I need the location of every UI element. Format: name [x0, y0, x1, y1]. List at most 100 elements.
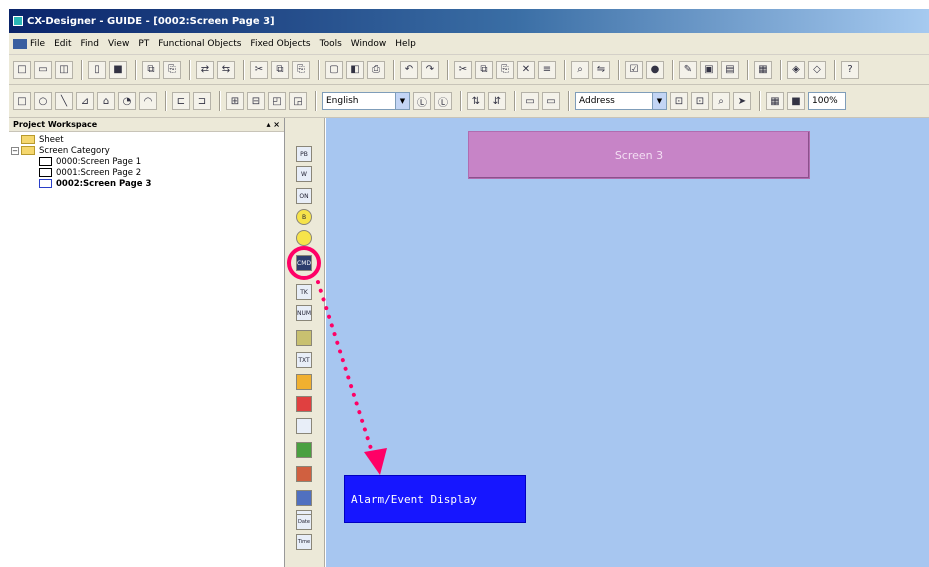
pointer-icon[interactable]: ➤ — [733, 92, 751, 110]
screen-3-button[interactable]: Screen 3 — [468, 131, 810, 179]
rectangle-icon[interactable]: □ — [13, 92, 31, 110]
bring-front-icon[interactable]: ◰ — [268, 92, 286, 110]
print-icon[interactable]: ⎙ — [367, 60, 385, 79]
arc-icon[interactable]: ◠ — [139, 92, 157, 110]
page-icon[interactable]: ▢ — [325, 60, 343, 79]
grid-icon[interactable]: ▦ — [766, 92, 784, 110]
paste2-icon[interactable]: ⎘ — [292, 60, 310, 79]
tree-item-screen-category[interactable]: − Screen Category — [11, 145, 282, 156]
new-screen-icon[interactable]: ▯ — [88, 60, 106, 79]
send-back-icon[interactable]: ◲ — [289, 92, 307, 110]
sector-icon[interactable]: ◔ — [118, 92, 136, 110]
numeral-display-icon[interactable]: NUM — [296, 305, 312, 321]
check-icon[interactable]: ☑ — [625, 60, 643, 79]
alarm-list-icon[interactable] — [296, 466, 312, 482]
broken-line-graph-icon[interactable] — [296, 418, 312, 434]
open-project-icon[interactable]: ◫ — [55, 60, 73, 79]
show-id-icon[interactable]: ⊡ — [691, 92, 709, 110]
close-icon[interactable]: ▴ × — [266, 120, 280, 129]
new-icon[interactable]: □ — [13, 60, 31, 79]
alarm-event-display[interactable]: Alarm/Event Display — [344, 475, 526, 523]
time-icon[interactable]: Time — [296, 534, 312, 550]
level-meter-icon[interactable] — [296, 396, 312, 412]
alarm-event-display-icon[interactable]: CMD — [296, 255, 312, 271]
language-select[interactable]: English ▼ — [322, 92, 410, 110]
word-button-icon[interactable]: W — [296, 166, 312, 182]
collapse-icon[interactable]: − — [11, 146, 19, 155]
pushbutton-icon[interactable]: PB — [296, 146, 312, 162]
menu-functional-objects[interactable]: Functional Objects — [158, 39, 241, 49]
zoom-select[interactable]: 100% — [808, 92, 846, 110]
screen-icon[interactable]: ▣ — [700, 60, 718, 79]
list-selection-icon[interactable] — [296, 374, 312, 390]
date-icon[interactable]: Date — [296, 514, 312, 530]
group-icon[interactable]: ⊞ — [226, 92, 244, 110]
fill-icon[interactable]: ■ — [787, 92, 805, 110]
menu-find[interactable]: Find — [81, 39, 99, 49]
polygon-icon[interactable]: ⌂ — [97, 92, 115, 110]
on-off-button-icon[interactable]: ON — [296, 188, 312, 204]
menu-help[interactable]: Help — [395, 39, 416, 49]
replace-icon[interactable]: ⇋ — [592, 60, 610, 79]
analog-meter-icon[interactable] — [296, 442, 312, 458]
transfer-from-icon[interactable]: ⇆ — [217, 60, 235, 79]
frame-icon[interactable]: ▭ — [521, 92, 539, 110]
menu-view[interactable]: View — [108, 39, 129, 49]
paste3-icon[interactable]: ⎘ — [496, 60, 514, 79]
undo-icon[interactable]: ↶ — [400, 60, 418, 79]
data-log-icon[interactable] — [296, 490, 312, 506]
find-icon[interactable]: ⌕ — [571, 60, 589, 79]
state-switch-icon[interactable]: ⇅ — [467, 92, 485, 110]
settings-icon[interactable]: ▦ — [754, 60, 772, 79]
tree-item-screen-page-2[interactable]: 0001:Screen Page 2 — [11, 167, 282, 178]
copy-icon[interactable]: ⧉ — [142, 60, 160, 79]
label-switch2-icon[interactable]: Ⓛ — [434, 92, 452, 110]
menu-window[interactable]: Window — [351, 39, 387, 49]
menu-tools[interactable]: Tools — [320, 39, 342, 49]
tree-item-screen-page-1[interactable]: 0000:Screen Page 1 — [11, 156, 282, 167]
command-button-icon[interactable]: TK — [296, 284, 312, 300]
address-mode-select[interactable]: Address ▼ — [575, 92, 667, 110]
delete-icon[interactable]: ✕ — [517, 60, 535, 79]
redo-icon[interactable]: ↷ — [421, 60, 439, 79]
circle-icon[interactable]: ○ — [34, 92, 52, 110]
test-icon[interactable]: ● — [646, 60, 664, 79]
open-icon[interactable]: ▭ — [34, 60, 52, 79]
show-address-icon[interactable]: ⊡ — [670, 92, 688, 110]
screen-canvas[interactable]: Screen 3 Alarm/Event Display — [326, 118, 929, 567]
connect-icon[interactable]: ◈ — [787, 60, 805, 79]
bit-lamp-icon[interactable]: B — [296, 209, 312, 225]
property-icon[interactable]: ≡ — [538, 60, 556, 79]
menu-file[interactable]: File — [30, 39, 45, 49]
chevron-down-icon[interactable]: ▼ — [395, 93, 409, 109]
folder-icon[interactable]: ▤ — [721, 60, 739, 79]
cut3-icon[interactable]: ✂ — [454, 60, 472, 79]
document-menu-icon[interactable] — [13, 38, 27, 49]
transfer-icon[interactable]: ⇄ — [196, 60, 214, 79]
chevron-down-icon[interactable]: ▼ — [652, 93, 666, 109]
polyline-icon[interactable]: ⊿ — [76, 92, 94, 110]
line-icon[interactable]: ╲ — [55, 92, 73, 110]
state-switch2-icon[interactable]: ⇵ — [488, 92, 506, 110]
menu-pt[interactable]: PT — [138, 39, 149, 49]
menu-edit[interactable]: Edit — [54, 39, 71, 49]
paste-icon[interactable]: ⎘ — [163, 60, 181, 79]
frame2-icon[interactable]: ▭ — [542, 92, 560, 110]
tree-item-sheet[interactable]: Sheet — [11, 134, 282, 145]
ungroup-icon[interactable]: ⊟ — [247, 92, 265, 110]
tree-item-screen-page-3[interactable]: 0002:Screen Page 3 — [11, 178, 282, 189]
align-left-icon[interactable]: ⊏ — [172, 92, 190, 110]
copy3-icon[interactable]: ⧉ — [475, 60, 493, 79]
save-icon[interactable]: ■ — [109, 60, 127, 79]
cut-icon[interactable]: ✂ — [250, 60, 268, 79]
copy2-icon[interactable]: ⧉ — [271, 60, 289, 79]
label-switch-icon[interactable]: Ⓛ — [413, 92, 431, 110]
string-display-icon[interactable] — [296, 330, 312, 346]
disconnect-icon[interactable]: ◇ — [808, 60, 826, 79]
text-display-icon[interactable]: TXT — [296, 352, 312, 368]
zoom-icon[interactable]: ⌕ — [712, 92, 730, 110]
menu-fixed-objects[interactable]: Fixed Objects — [250, 39, 310, 49]
help-icon[interactable]: ? — [841, 60, 859, 79]
tools-icon[interactable]: ✎ — [679, 60, 697, 79]
print-preview-icon[interactable]: ◧ — [346, 60, 364, 79]
